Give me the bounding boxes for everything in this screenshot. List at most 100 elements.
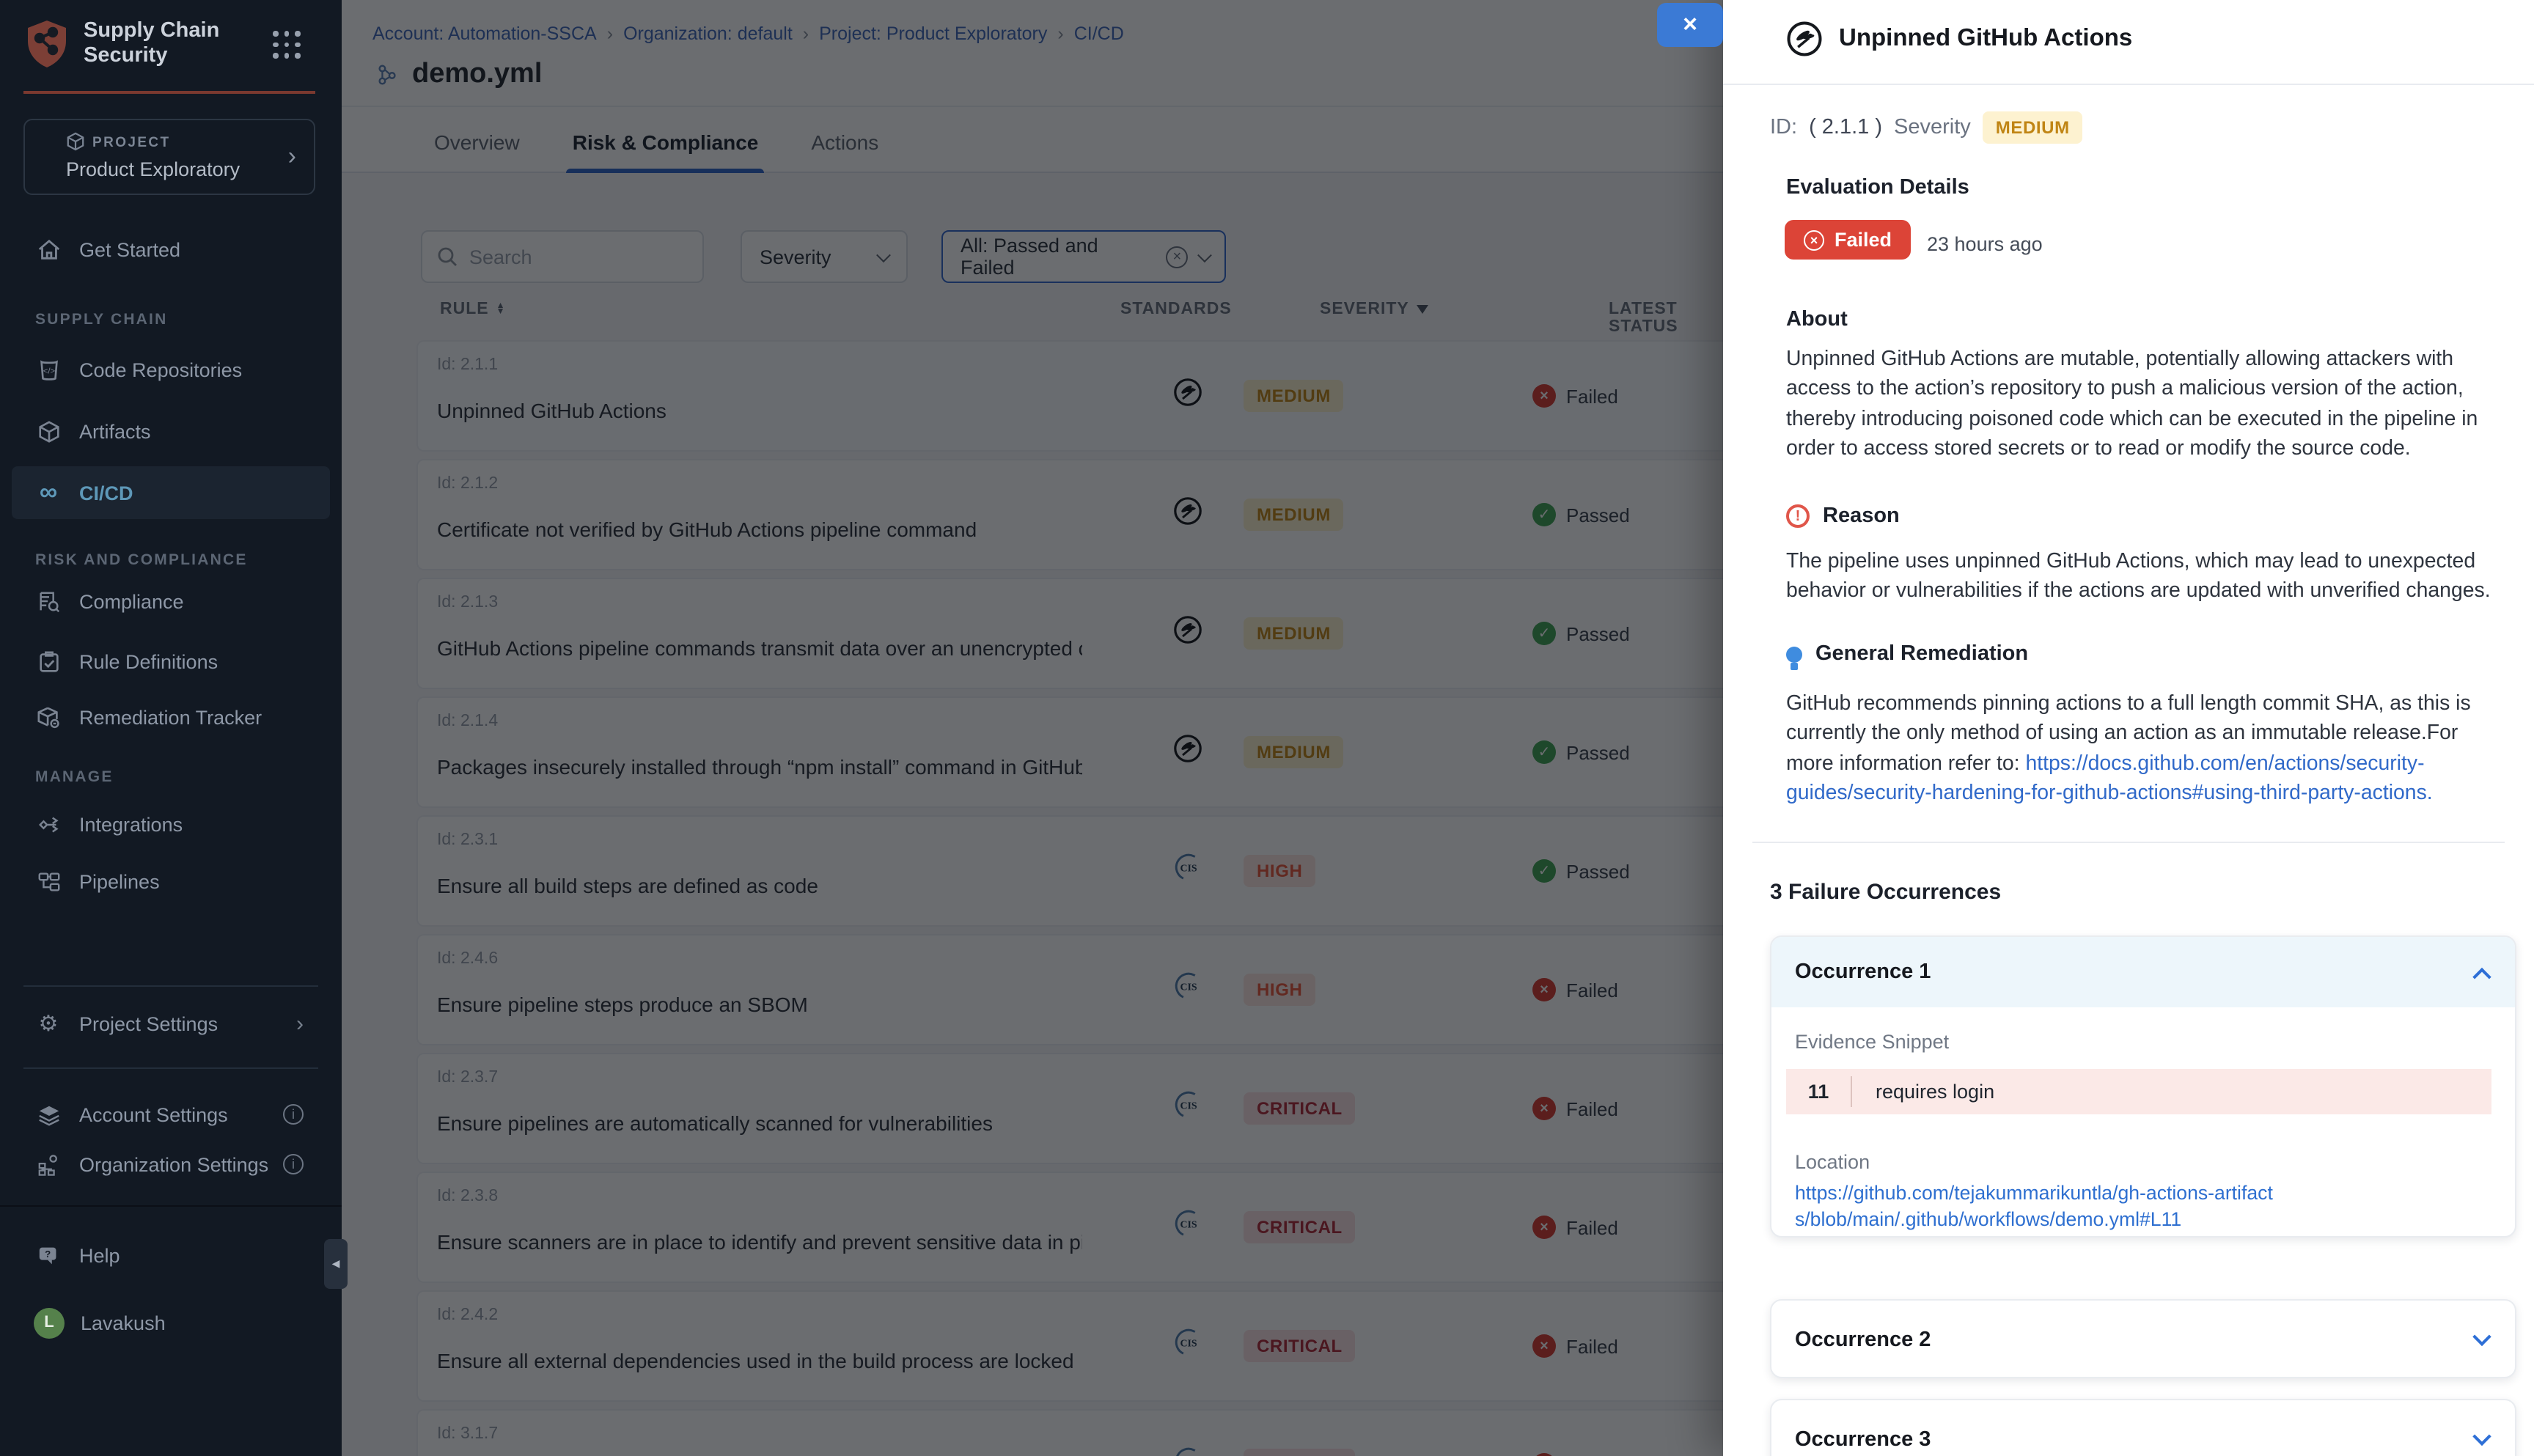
sidebar-item-label: CI/CD xyxy=(79,482,133,504)
chevron-down-icon xyxy=(2472,1427,2491,1445)
occurrence-3-card: Occurrence 3 xyxy=(1770,1399,2516,1456)
sidebar-item-label: Pipelines xyxy=(79,870,160,892)
x-circle-icon: × xyxy=(1804,229,1824,250)
sidebar-collapse-toggle[interactable]: ◀ xyxy=(324,1239,348,1289)
severity-badge: MEDIUM xyxy=(1983,111,2083,144)
chevron-right-icon: › xyxy=(288,142,296,172)
sidebar-item-organization-settings[interactable]: Organization Settings i xyxy=(12,1138,330,1191)
project-label: PROJECT xyxy=(92,135,171,151)
sidebar-item-label: Compliance xyxy=(79,590,184,612)
help-chat-icon: ? xyxy=(35,1243,62,1268)
sidebar-item-artifacts[interactable]: Artifacts xyxy=(12,405,330,457)
sidebar-item-help[interactable]: ? Help xyxy=(12,1229,330,1282)
sidebar-item-pipelines[interactable]: Pipelines xyxy=(12,855,330,908)
sidebar-item-project-settings[interactable]: ⚙ Project Settings › xyxy=(12,997,330,1050)
org-chart-icon xyxy=(35,1152,62,1177)
sidebar-item-label: Artifacts xyxy=(79,420,151,442)
sidebar-item-label: Code Repositories xyxy=(79,359,242,380)
divider xyxy=(1723,84,2534,85)
occurrence-3-header[interactable]: Occurrence 3 xyxy=(1771,1400,2515,1456)
reason-heading: Reason xyxy=(1823,504,1900,528)
occurrence-title: Occurrence 2 xyxy=(1795,1328,1931,1352)
occurrence-2-card: Occurrence 2 xyxy=(1770,1299,2516,1378)
evidence-code: requires login xyxy=(1852,1081,1994,1103)
owasp-icon xyxy=(1786,21,1823,57)
code-repository-icon: </> xyxy=(35,357,62,382)
box-wrench-icon xyxy=(35,705,62,729)
sidebar-item-label: Rule Definitions xyxy=(79,650,218,672)
integrations-icon xyxy=(35,812,62,837)
occurrences-heading: 3 Failure Occurrences xyxy=(1770,880,2001,905)
user-menu[interactable]: L Lavakush xyxy=(12,1296,330,1349)
user-name: Lavakush xyxy=(81,1312,166,1334)
document-search-icon xyxy=(35,589,62,614)
sidebar-item-get-started[interactable]: Get Started xyxy=(12,223,330,276)
sidebar-item-cicd[interactable]: ∞ CI/CD xyxy=(12,466,330,519)
failed-status-badge: × Failed xyxy=(1785,220,1911,260)
cube-icon xyxy=(66,132,85,151)
divider xyxy=(0,1205,342,1207)
sidebar-item-compliance[interactable]: Compliance xyxy=(12,575,330,628)
app-title: Supply Chain Security xyxy=(84,19,219,69)
chevron-up-icon xyxy=(2472,967,2491,985)
sidebar-item-integrations[interactable]: Integrations xyxy=(12,798,330,850)
close-button[interactable]: × xyxy=(1657,3,1723,47)
sidebar: Supply Chain Security PROJECT Product Ex… xyxy=(0,0,342,1456)
evidence-snippet: 11 requires login xyxy=(1786,1069,2491,1114)
remediation-text: GitHub recommends pinning actions to a f… xyxy=(1786,689,2508,809)
sidebar-item-account-settings[interactable]: Account Settings i xyxy=(12,1088,330,1141)
svg-text:?: ? xyxy=(44,1248,50,1259)
project-selector[interactable]: PROJECT Product Exploratory › xyxy=(23,119,315,195)
sidebar-item-rule-definitions[interactable]: Rule Definitions xyxy=(12,635,330,688)
info-icon: i xyxy=(283,1104,304,1125)
avatar: L xyxy=(34,1307,65,1338)
project-name: Product Exploratory xyxy=(66,158,240,180)
app-switcher-icon[interactable] xyxy=(273,31,302,60)
home-icon xyxy=(35,237,62,262)
occurrence-1-card: Occurrence 1 Evidence Snippet 11 require… xyxy=(1770,935,2516,1238)
reason-heading-row: ! Reason xyxy=(1786,504,1900,528)
sidebar-item-code-repositories[interactable]: </> Code Repositories xyxy=(12,343,330,396)
infinity-icon: ∞ xyxy=(35,478,62,507)
rule-detail-panel: Unpinned GitHub Actions ID: ( 2.1.1 ) Se… xyxy=(1723,0,2534,1456)
modal-overlay[interactable] xyxy=(342,0,1723,1456)
occurrence-title: Occurrence 3 xyxy=(1795,1428,1931,1452)
remediation-heading: General Remediation xyxy=(1815,642,2028,666)
box-icon xyxy=(35,419,62,444)
evaluation-heading: Evaluation Details xyxy=(1786,176,1969,199)
occurrence-title: Occurrence 1 xyxy=(1795,960,1931,984)
divider xyxy=(23,1067,318,1069)
divider xyxy=(1752,842,2505,843)
chevron-right-icon: › xyxy=(296,1011,304,1036)
about-heading: About xyxy=(1786,308,1848,331)
line-number: 11 xyxy=(1786,1081,1851,1103)
about-text: Unpinned GitHub Actions are mutable, pot… xyxy=(1786,345,2508,464)
divider xyxy=(23,985,318,987)
id-label: ID: xyxy=(1770,116,1797,139)
sidebar-item-label: Integrations xyxy=(79,813,183,835)
location-link[interactable]: https://github.com/tejakummarikuntla/gh-… xyxy=(1795,1180,2288,1232)
evidence-label: Evidence Snippet xyxy=(1795,1031,1949,1053)
brand-divider xyxy=(23,91,315,94)
rule-id-value: ( 2.1.1 ) xyxy=(1809,116,1882,139)
occurrence-1-header[interactable]: Occurrence 1 xyxy=(1771,937,2515,1007)
app-logo[interactable]: Supply Chain Security xyxy=(25,19,219,69)
gear-icon: ⚙ xyxy=(35,1010,62,1037)
sidebar-item-label: Get Started xyxy=(79,238,180,260)
sidebar-section-supply-chain: SUPPLY CHAIN xyxy=(35,311,167,328)
alert-circle-icon: ! xyxy=(1786,504,1810,528)
sidebar-item-label: Remediation Tracker xyxy=(79,706,262,728)
sidebar-item-label: Account Settings xyxy=(79,1103,228,1125)
pipelines-icon xyxy=(35,869,62,894)
app-root: Supply Chain Security PROJECT Product Ex… xyxy=(0,0,2534,1456)
lightbulb-icon xyxy=(1786,646,1802,662)
sidebar-section-risk-compliance: RISK AND COMPLIANCE xyxy=(35,551,248,569)
occurrence-2-header[interactable]: Occurrence 2 xyxy=(1771,1301,2515,1378)
info-icon: i xyxy=(283,1154,304,1174)
evaluation-time: 23 hours ago xyxy=(1927,233,2043,255)
panel-title: Unpinned GitHub Actions xyxy=(1839,25,2132,53)
sidebar-item-remediation-tracker[interactable]: Remediation Tracker xyxy=(12,691,330,743)
layers-icon xyxy=(35,1102,62,1127)
remediation-heading-row: General Remediation xyxy=(1786,642,2028,666)
sidebar-item-label: Project Settings xyxy=(79,1012,218,1034)
